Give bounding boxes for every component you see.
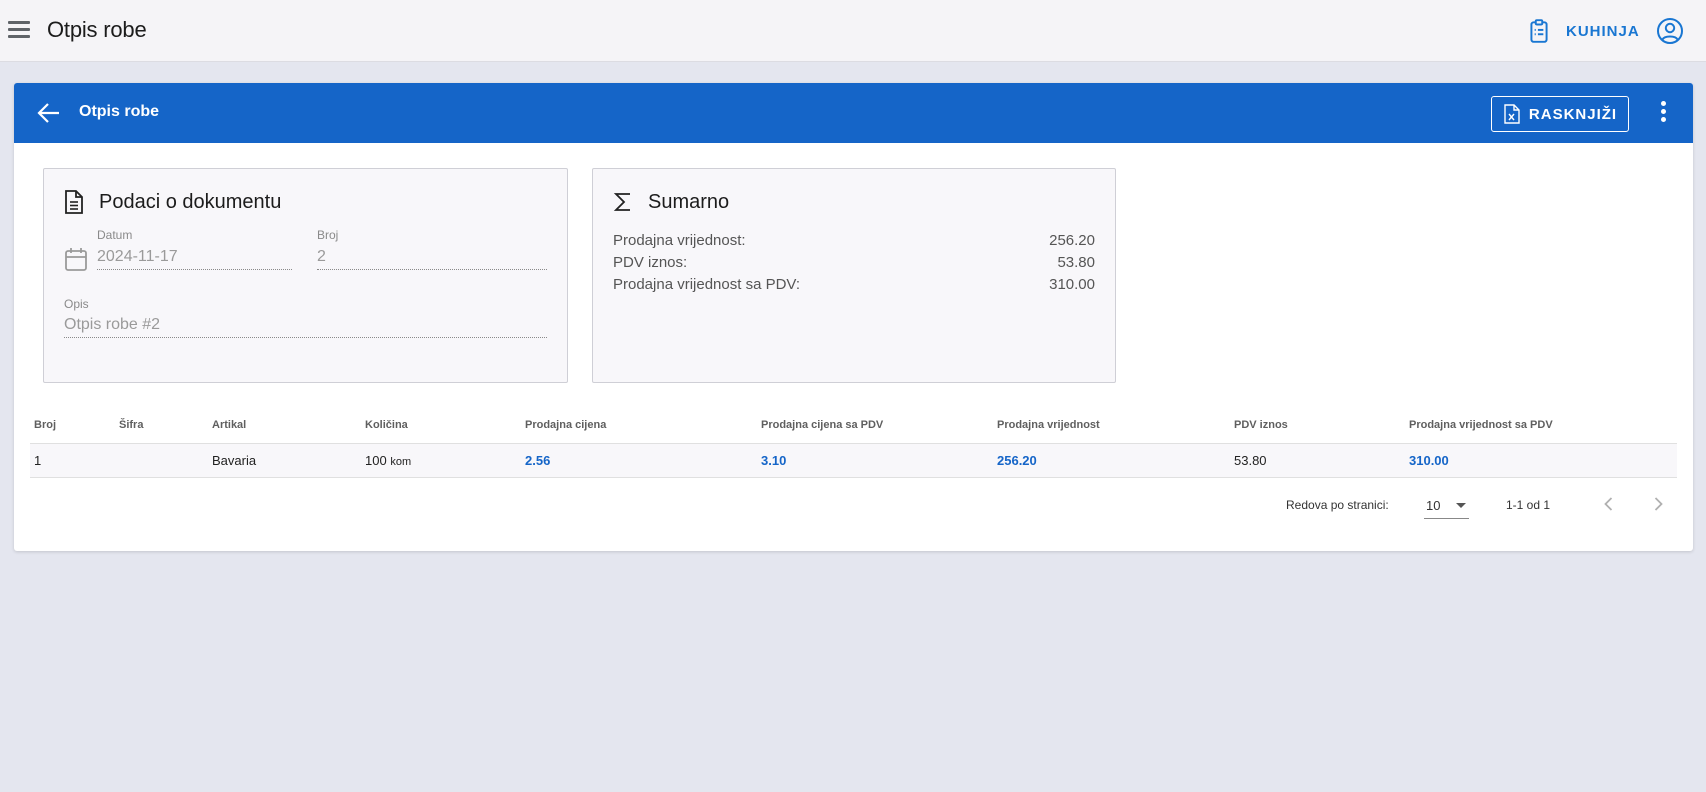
description-field-underline — [64, 337, 547, 338]
calendar-icon[interactable] — [64, 247, 88, 273]
description-field[interactable]: Otpis robe #2 — [64, 316, 160, 334]
page-title: Otpis robe — [47, 17, 147, 42]
kitchen-label: KUHINJA — [1566, 22, 1640, 40]
summary-label: Prodajna vrijednost: — [613, 232, 746, 249]
quantity-unit: kom — [390, 456, 412, 468]
document-panel-title: Podaci o dokumentu — [99, 190, 282, 213]
table-header: Broj Šifra Artikal Količina Prodajna cij… — [30, 408, 1677, 444]
number-label: Broj — [317, 228, 339, 242]
more-vert-icon[interactable] — [1658, 101, 1668, 127]
date-field-underline — [97, 269, 292, 270]
table-row[interactable]: 1 Bavaria 100 kom 2.56 3.10 256.20 53.80… — [30, 444, 1677, 478]
summary-panel-title: Sumarno — [648, 190, 730, 213]
rows-per-page-value: 10 — [1426, 498, 1441, 513]
cell-prodajna-vrijednost-pdv[interactable]: 310.00 — [1409, 453, 1449, 468]
rows-per-page-label: Redova po stranici: — [1286, 498, 1389, 512]
card-header: Otpis robe RASKNJIŽI — [14, 83, 1693, 143]
summary-label: PDV iznos: — [613, 254, 688, 271]
rows-per-page-select[interactable]: 10 — [1424, 489, 1469, 519]
document-icon — [65, 190, 83, 214]
cell-pdv-iznos: 53.80 — [1234, 453, 1267, 468]
cell-broj: 1 — [34, 453, 42, 468]
summary-value: 256.20 — [1049, 232, 1095, 249]
pagination-range: 1-1 od 1 — [1506, 498, 1551, 512]
column-header-kolicina[interactable]: Količina — [365, 419, 408, 431]
summary-row: Prodajna vrijednost sa PDV: 310.00 — [613, 276, 1095, 293]
rasknjizi-button[interactable]: RASKNJIŽI — [1491, 96, 1629, 132]
summary-value: 53.80 — [1057, 254, 1095, 271]
summary-row: Prodajna vrijednost: 256.20 — [613, 232, 1095, 249]
cell-kolicina: 100 kom — [365, 453, 411, 468]
summary-row: PDV iznos: 53.80 — [613, 254, 1095, 271]
document-details-panel: Podaci o dokumentu Datum 2024-11-17 Broj… — [43, 168, 568, 383]
arrow-back-icon[interactable] — [36, 100, 62, 126]
clipboard-icon — [1530, 19, 1548, 43]
column-header-prodajna-cijena[interactable]: Prodajna cijena — [525, 419, 606, 431]
description-label: Opis — [64, 297, 89, 311]
sigma-icon — [613, 193, 630, 211]
column-header-prodajna-cijena-pdv[interactable]: Prodajna cijena sa PDV — [761, 419, 883, 431]
chevron-right-icon[interactable] — [1648, 494, 1668, 514]
number-field-underline — [317, 269, 547, 270]
summary-value: 310.00 — [1049, 276, 1095, 293]
dropdown-arrow-icon — [1456, 503, 1466, 508]
column-header-prodajna-vrijednost[interactable]: Prodajna vrijednost — [997, 419, 1100, 431]
app-bar: Otpis robe KUHINJA — [0, 0, 1706, 62]
cell-prodajna-vrijednost[interactable]: 256.20 — [997, 453, 1037, 468]
number-field[interactable]: 2 — [317, 248, 326, 266]
menu-icon[interactable] — [8, 18, 32, 44]
chevron-left-icon[interactable] — [1599, 494, 1619, 514]
date-field[interactable]: 2024-11-17 — [97, 248, 178, 266]
file-excel-icon — [1504, 104, 1520, 124]
column-header-broj[interactable]: Broj — [34, 419, 56, 431]
column-header-sifra[interactable]: Šifra — [119, 419, 143, 431]
kitchen-button[interactable]: KUHINJA — [1526, 14, 1640, 48]
date-label: Datum — [97, 228, 133, 242]
column-header-artikal[interactable]: Artikal — [212, 419, 246, 431]
column-header-pdv-iznos[interactable]: PDV iznos — [1234, 419, 1288, 431]
cell-prodajna-cijena-pdv[interactable]: 3.10 — [761, 453, 786, 468]
cell-prodajna-cijena[interactable]: 2.56 — [525, 453, 550, 468]
document-card: Otpis robe RASKNJIŽI Podaci o dokumentu … — [14, 83, 1693, 551]
summary-label: Prodajna vrijednost sa PDV: — [613, 276, 801, 293]
account-icon[interactable] — [1656, 17, 1684, 45]
column-header-prodajna-vrijednost-pdv[interactable]: Prodajna vrijednost sa PDV — [1409, 419, 1553, 431]
rasknjizi-label: RASKNJIŽI — [1528, 105, 1618, 123]
cell-artikal: Bavaria — [212, 453, 257, 468]
quantity-value: 100 — [365, 453, 387, 468]
summary-panel: Sumarno Prodajna vrijednost: 256.20 PDV … — [592, 168, 1116, 383]
card-title: Otpis robe — [79, 103, 160, 120]
